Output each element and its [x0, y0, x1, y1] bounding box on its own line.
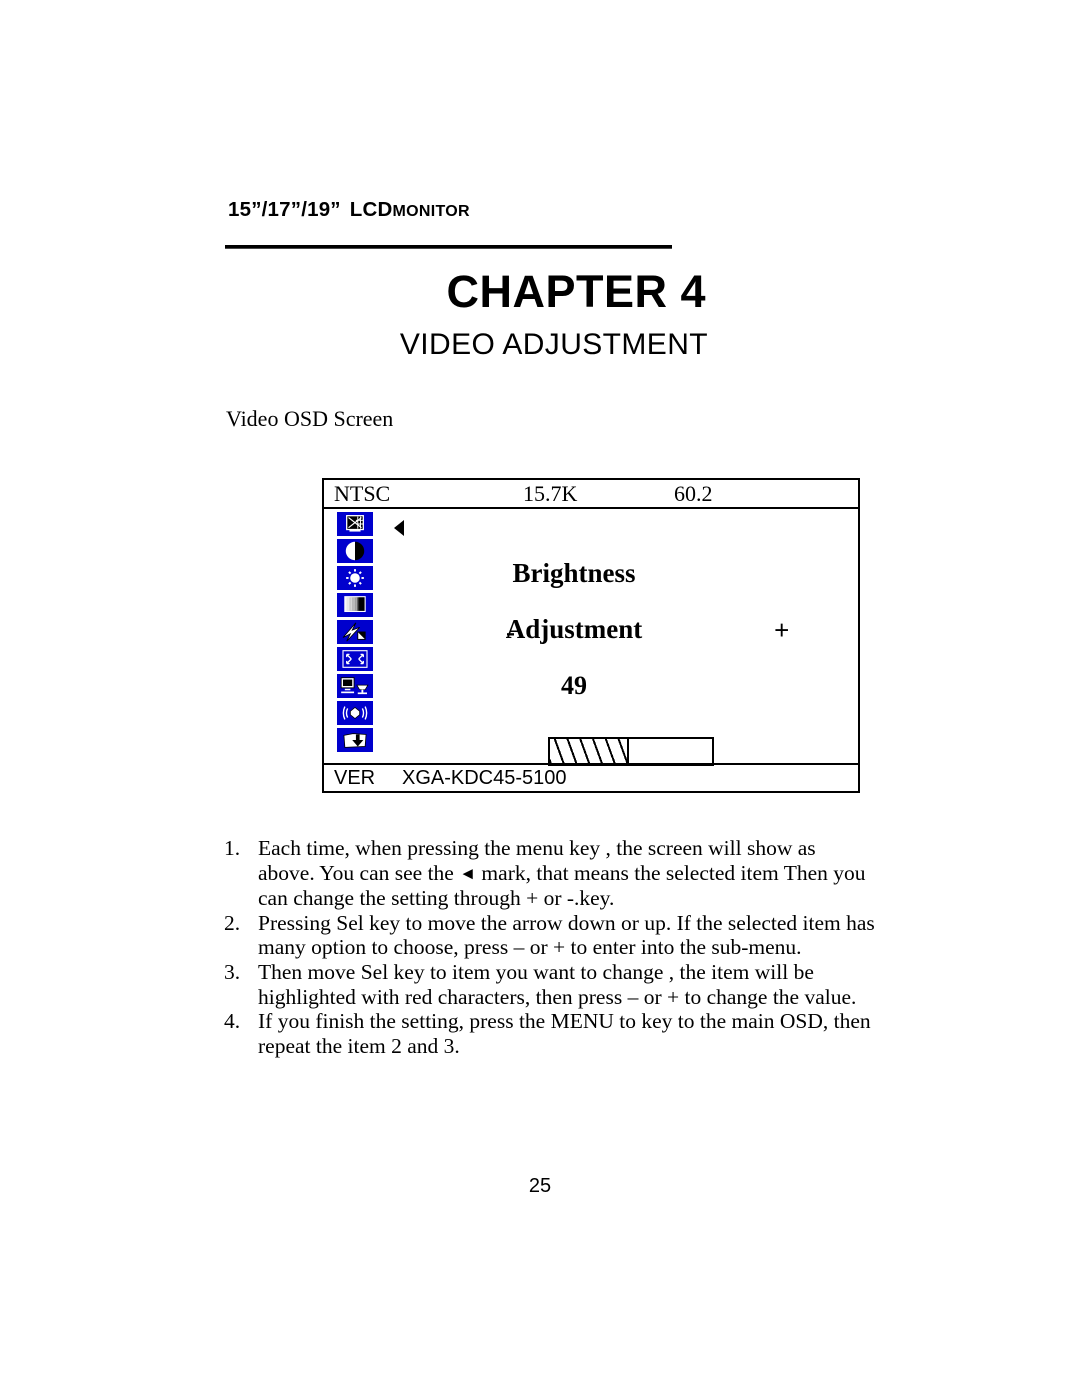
- selection-mark-icon: ◄: [459, 863, 477, 883]
- list-item-number: 3.: [224, 959, 241, 984]
- running-header-sizes: 15”/17”/19”: [228, 198, 341, 221]
- chapter-subtitle: VIDEO ADJUSTMENT: [399, 328, 708, 361]
- osd-increase-label[interactable]: +: [774, 615, 789, 646]
- running-header: 15”/17”/19” LCDMONITOR: [228, 198, 470, 222]
- list-item: 3. Then move Sel key to item you want to…: [224, 960, 876, 1009]
- figure-caption: Video OSD Screen: [226, 406, 394, 431]
- osd-version-label: VER: [334, 767, 376, 789]
- sharpness-icon[interactable]: [336, 619, 374, 645]
- header-divider-rule: [225, 245, 672, 249]
- page-number: 25: [528, 1175, 552, 1197]
- brightness-icon[interactable]: [336, 565, 374, 591]
- running-header-monitor: MONITOR: [392, 203, 470, 220]
- list-item: 2. Pressing Sel key to move the arrow do…: [224, 911, 876, 960]
- osd-horizontal-frequency: 15.7K: [523, 481, 578, 506]
- osd-signal-standard: NTSC: [334, 481, 391, 506]
- monitor-source-icon[interactable]: [336, 673, 374, 699]
- list-item-text: Pressing Sel key to move the arrow down …: [258, 910, 875, 960]
- osd-progress-bar[interactable]: [548, 737, 714, 766]
- osd-vertical-frequency: 60.2: [674, 481, 713, 506]
- expand-size-icon[interactable]: [336, 646, 374, 672]
- contrast-icon[interactable]: [336, 538, 374, 564]
- running-header-lcd: LCD: [349, 198, 393, 221]
- osd-menu-body: Brightness - Adjustment + 49: [384, 511, 854, 766]
- instruction-list: 1. Each time, when pressing the menu key…: [224, 836, 876, 1058]
- save-exit-icon[interactable]: [336, 727, 374, 753]
- osd-progress-bar-fill: [550, 739, 630, 764]
- osd-icon-column: [336, 511, 374, 754]
- osd-status-bar: NTSC 15.7K 60.2: [324, 480, 858, 509]
- list-item-text: Then move Sel key to item you want to ch…: [258, 959, 857, 1009]
- osd-action-label: Adjustment: [505, 614, 643, 644]
- screen-geometry-icon[interactable]: [336, 511, 374, 537]
- list-item-text: Each time, when pressing the menu key , …: [258, 836, 876, 911]
- gamma-grayscale-icon[interactable]: [336, 592, 374, 618]
- list-item-number: 4.: [224, 1009, 241, 1034]
- list-item: 4. If you finish the setting, press the …: [224, 1009, 876, 1058]
- chapter-title: CHAPTER 4: [446, 266, 706, 317]
- osd-model-string: XGA-KDC45-5100: [402, 767, 567, 789]
- osd-value-readout: 49: [561, 671, 587, 700]
- osd-version-bar: VER XGA-KDC45-5100: [324, 763, 858, 791]
- list-item-number: 1.: [224, 836, 241, 860]
- osd-menu-item-label: Brightness: [512, 558, 636, 588]
- list-item-number: 2.: [224, 910, 241, 935]
- manual-page: 15”/17”/19” LCDMONITOR CHAPTER 4 VIDEO AD…: [0, 0, 1080, 1397]
- list-item: 1. Each time, when pressing the menu key…: [224, 836, 876, 911]
- osd-screen-figure: NTSC 15.7K 60.2 Brightness - Adjustment …: [322, 478, 860, 793]
- list-item-text: If you finish the setting, press the MEN…: [258, 1009, 871, 1058]
- audio-icon[interactable]: [336, 700, 374, 726]
